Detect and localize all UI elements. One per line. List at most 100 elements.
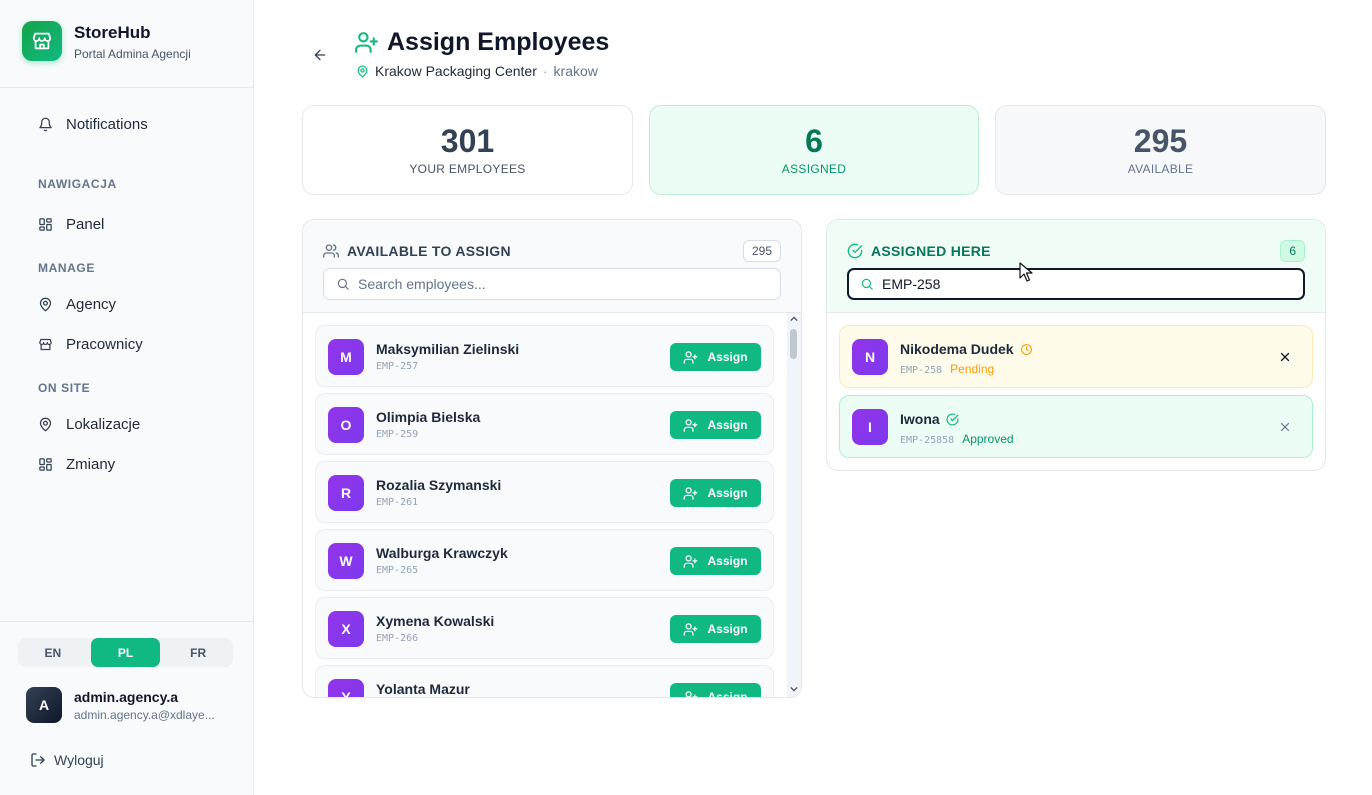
close-icon — [1280, 352, 1290, 362]
employee-name: Maksymilian Zielinski — [376, 341, 520, 357]
scroll-down-icon[interactable] — [790, 685, 798, 693]
map-pin-icon — [357, 64, 368, 78]
lang-pl-button[interactable]: PL — [90, 638, 161, 667]
page-title: Assign Employees — [354, 28, 609, 57]
clock-icon — [1020, 343, 1032, 355]
nav-section-title: NAWIGACJA — [38, 177, 117, 191]
lang-en-button[interactable]: EN — [18, 638, 88, 667]
user-plus-icon — [684, 622, 698, 636]
stat-available: 295 AVAILABLE — [995, 105, 1326, 195]
store-icon — [39, 338, 52, 350]
lang-fr-button[interactable]: FR — [163, 638, 233, 667]
employee-name: Xymena Kowalski — [376, 613, 495, 629]
avatar: X — [328, 611, 364, 647]
assign-button[interactable]: Assign — [670, 479, 761, 507]
stat-value: 301 — [440, 123, 495, 159]
sidebar-item-panel[interactable]: Panel — [26, 210, 104, 238]
available-count-badge: 295 — [742, 240, 781, 262]
status-badge: Pending — [950, 362, 995, 376]
avatar: Y — [328, 679, 364, 697]
sidebar-item-label: Lokalizacje — [66, 415, 141, 433]
avatar: M — [328, 339, 364, 375]
logout-label: Wyloguj — [54, 752, 104, 768]
search-icon — [861, 278, 873, 290]
sidebar-item-agency[interactable]: Agency — [26, 290, 116, 318]
user-plus-icon — [684, 554, 698, 568]
list-item: Y Yolanta Mazur Assign — [315, 665, 774, 697]
avatar: I — [852, 409, 888, 445]
list-item: M Maksymilian Zielinski EMP-257 Assign — [315, 325, 774, 387]
check-circle-icon — [847, 243, 863, 259]
list-item: O Olimpia Bielska EMP-259 Assign — [315, 393, 774, 455]
avatar: A — [26, 687, 62, 723]
user-plus-icon — [355, 32, 378, 53]
employee-id: EMP-258 — [900, 365, 943, 376]
stat-assigned: 6 ASSIGNED — [649, 105, 979, 195]
employee-id: EMP-261 — [376, 497, 419, 508]
assigned-search — [847, 268, 1305, 300]
user-plus-icon — [684, 418, 698, 432]
language-switcher: EN PL FR — [18, 638, 233, 667]
sidebar-item-shifts[interactable]: Zmiany — [26, 450, 115, 478]
dashboard-icon — [39, 217, 52, 231]
search-input[interactable] — [882, 276, 1262, 292]
nav-section-title: ON SITE — [38, 381, 91, 395]
scrollbar[interactable] — [787, 313, 801, 697]
brand[interactable]: StoreHub Portal Admina Agencji — [22, 21, 191, 61]
map-pin-icon — [39, 297, 52, 311]
list-item: N Nikodema Dudek EMP-258 Pending — [839, 325, 1313, 388]
sidebar-item-locations[interactable]: Lokalizacje — [26, 410, 140, 438]
sidebar-item-label: Panel — [66, 215, 105, 233]
location-line: Krakow Packaging Center · krakow — [354, 63, 609, 79]
employee-name: Yolanta Mazur — [376, 681, 470, 697]
sidebar-item-label: Pracownicy — [66, 335, 143, 353]
scroll-up-icon[interactable] — [790, 315, 798, 323]
employee-id: EMP-259 — [376, 429, 419, 440]
stat-value: 295 — [1133, 123, 1188, 159]
assigned-panel-header: ASSIGNED HERE 6 — [827, 220, 1325, 313]
sidebar-item-label: Zmiany — [66, 455, 116, 473]
assigned-panel: ASSIGNED HERE 6 N Nikodema Dudek EMP-258… — [826, 219, 1326, 471]
assign-button[interactable]: Assign — [670, 547, 761, 575]
logout-button[interactable]: Wyloguj — [30, 752, 104, 768]
back-button[interactable] — [309, 44, 331, 66]
available-search — [323, 268, 781, 300]
sidebar: StoreHub Portal Admina Agencji Notificat… — [0, 0, 254, 795]
assigned-count-badge: 6 — [1280, 240, 1305, 262]
avatar: W — [328, 543, 364, 579]
user-plus-icon — [684, 486, 698, 500]
separator: · — [542, 63, 548, 79]
assign-button[interactable]: Assign — [670, 411, 761, 439]
sidebar-item-workers[interactable]: Pracownicy — [26, 330, 143, 358]
employee-name: Nikodema Dudek — [900, 341, 1033, 357]
stat-label: ASSIGNED — [781, 162, 847, 176]
search-icon — [337, 278, 349, 290]
logout-icon — [31, 753, 45, 767]
employee-id: EMP-265 — [376, 565, 419, 576]
employee-id-line: EMP-258 Pending — [900, 362, 994, 376]
divider — [0, 621, 253, 622]
list-item: X Xymena Kowalski EMP-266 Assign — [315, 597, 774, 659]
employee-name: Walburga Krawczyk — [376, 545, 508, 561]
employee-id-line: EMP-25858 Approved — [900, 432, 1014, 446]
avatar: N — [852, 339, 888, 375]
scroll-thumb[interactable] — [790, 329, 797, 359]
store-icon — [22, 21, 62, 61]
remove-button[interactable] — [1276, 348, 1294, 366]
list-item: W Walburga Krawczyk EMP-265 Assign — [315, 529, 774, 591]
assign-button[interactable]: Assign — [670, 343, 761, 371]
assign-button[interactable]: Assign — [670, 683, 761, 697]
users-icon — [323, 244, 339, 258]
assign-button[interactable]: Assign — [670, 615, 761, 643]
sidebar-item-notifications[interactable]: Notifications — [26, 110, 148, 138]
close-icon — [1280, 422, 1290, 432]
map-pin-icon — [39, 417, 52, 431]
remove-button[interactable] — [1276, 418, 1294, 436]
avatar: R — [328, 475, 364, 511]
search-input[interactable] — [358, 276, 738, 292]
mouse-cursor-icon — [1019, 262, 1033, 282]
assigned-panel-title: ASSIGNED HERE — [847, 243, 991, 259]
user-profile[interactable]: A admin.agency.a admin.agency.a@xdlaye..… — [26, 687, 224, 723]
location-name: Krakow Packaging Center — [375, 63, 537, 79]
check-circle-icon — [946, 413, 959, 425]
